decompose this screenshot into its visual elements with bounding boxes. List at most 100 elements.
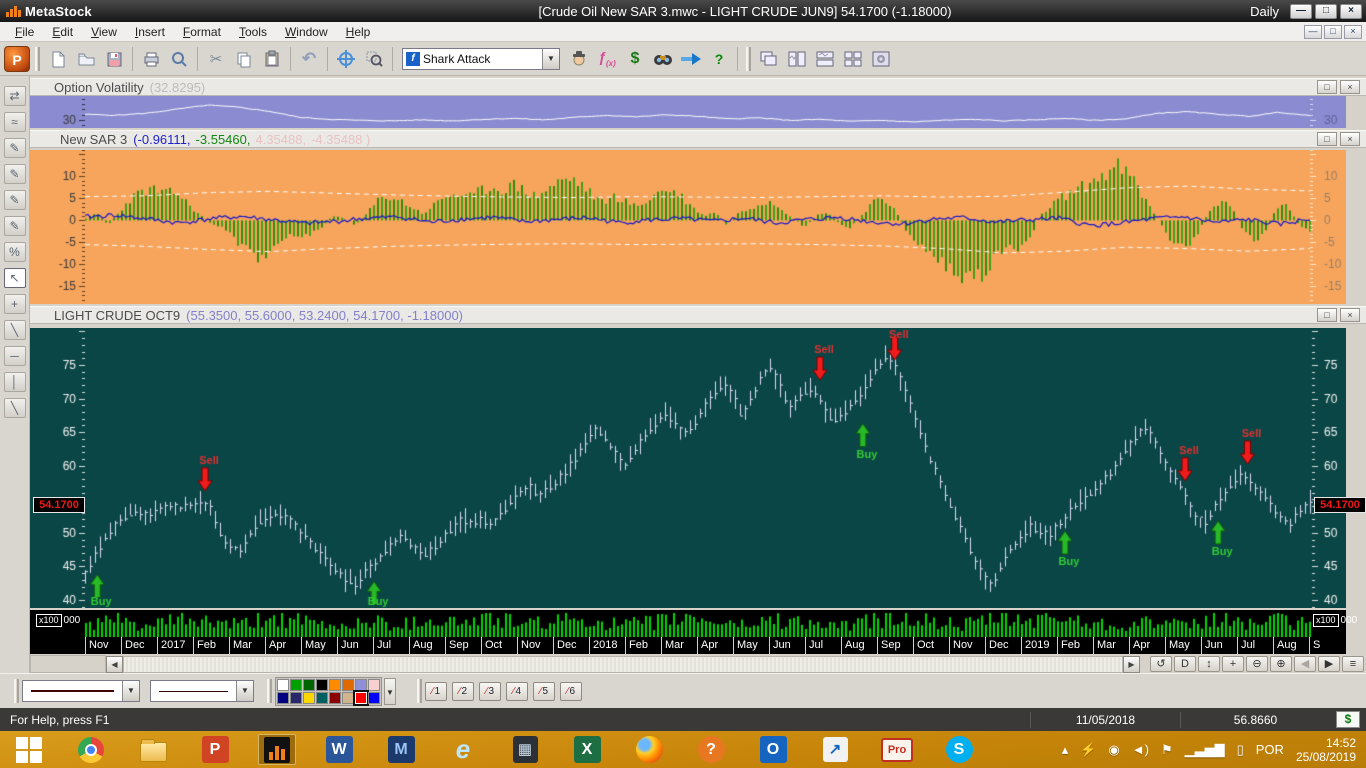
taskbar-excel[interactable]: X: [568, 734, 606, 765]
speaker-icon[interactable]: ◄): [1132, 742, 1149, 758]
cut-button[interactable]: ✂: [203, 46, 229, 72]
color-swatch[interactable]: [355, 692, 367, 704]
menu-edit[interactable]: Edit: [43, 23, 82, 41]
mdi-minimize-button[interactable]: —: [1304, 25, 1322, 39]
downloader-button[interactable]: [678, 46, 704, 72]
power-console-button[interactable]: P: [4, 46, 30, 72]
taskbar-m-app[interactable]: M: [382, 734, 420, 765]
color-swatch[interactable]: [316, 692, 328, 704]
taskbar-calculator[interactable]: ▦: [506, 734, 544, 765]
window-options-button[interactable]: [868, 46, 894, 72]
taskbar-firefox[interactable]: [630, 734, 668, 765]
menu-view[interactable]: View: [82, 23, 126, 41]
price-chart[interactable]: [30, 328, 1346, 608]
toolbar-grip[interactable]: [417, 679, 422, 703]
line-style-dropdown[interactable]: ▼: [150, 680, 254, 702]
undo-button[interactable]: ↶: [296, 46, 322, 72]
volatility-close-button[interactable]: ×: [1340, 80, 1360, 94]
pencil-study-e-tool[interactable]: ✎: [4, 216, 26, 236]
regression-tool[interactable]: ╲: [4, 398, 26, 418]
tile-horizontal-button[interactable]: [812, 46, 838, 72]
trendline-tool[interactable]: ╲: [4, 320, 26, 340]
battery-icon[interactable]: ▯: [1237, 742, 1244, 758]
color-swatch[interactable]: [368, 679, 380, 691]
scroll-left-button[interactable]: ◀: [106, 656, 123, 673]
color-swatch[interactable]: [277, 679, 289, 691]
periodicity-daily-button[interactable]: D: [1174, 656, 1196, 672]
zigzag-chart-tool[interactable]: ≈: [4, 112, 26, 132]
context-help-button[interactable]: ?: [706, 46, 732, 72]
mdi-restore-button[interactable]: □: [1324, 25, 1342, 39]
volume-chart[interactable]: [30, 610, 1346, 637]
price-panel-header[interactable]: LIGHT CRUDE OCT9 (55.3500, 55.6000, 53.2…: [30, 306, 1366, 324]
new-chart-button[interactable]: [45, 46, 71, 72]
menu-tools[interactable]: Tools: [230, 23, 276, 41]
taskbar-internet-explorer[interactable]: e: [444, 734, 482, 765]
volatility-chart[interactable]: [30, 96, 1346, 128]
flag-icon[interactable]: ⚑: [1161, 742, 1173, 758]
expert-advisor-dropdown[interactable]: f Shark Attack ▼: [402, 48, 560, 70]
taskbar-skype[interactable]: S: [940, 734, 978, 765]
paste-button[interactable]: [259, 46, 285, 72]
indicator-builder-button[interactable]: ƒ(x): [594, 46, 620, 72]
toolbar-grip[interactable]: [14, 679, 19, 703]
menu-help[interactable]: Help: [337, 23, 380, 41]
split-panes-tool[interactable]: ⇄: [4, 86, 26, 106]
cascade-windows-button[interactable]: [756, 46, 782, 72]
status-dollar-button[interactable]: $: [1336, 711, 1360, 728]
color-swatch[interactable]: [368, 692, 380, 704]
zoom-in-button[interactable]: ⊕: [1270, 656, 1292, 672]
expert-advisor-button[interactable]: [566, 46, 592, 72]
price-close-button[interactable]: ×: [1340, 308, 1360, 322]
pencil-study-c-tool[interactable]: ✎: [4, 190, 26, 210]
copy-button[interactable]: [231, 46, 257, 72]
usb-device-icon[interactable]: ⚡: [1080, 742, 1096, 758]
toolbar-grip[interactable]: [35, 47, 40, 71]
color-swatch[interactable]: [329, 679, 341, 691]
taskbar-powerpoint[interactable]: P: [196, 734, 234, 765]
pencil-study-a-tool[interactable]: ✎: [4, 138, 26, 158]
taskbar-share-app[interactable]: ↗: [816, 734, 854, 765]
volatility-panel-header[interactable]: Option Volatility (32.8295) □ ×: [30, 78, 1366, 96]
chevron-down-icon[interactable]: ▼: [236, 681, 253, 701]
print-button[interactable]: [138, 46, 164, 72]
language-indicator[interactable]: POR: [1256, 742, 1284, 757]
template-button-6[interactable]: ⁄6: [560, 682, 582, 701]
scrollbar-track[interactable]: [123, 656, 1123, 673]
toolbar-grip[interactable]: [746, 47, 751, 71]
color-swatch[interactable]: [355, 679, 367, 691]
save-button[interactable]: [101, 46, 127, 72]
color-swatch[interactable]: [290, 692, 302, 704]
line-weight-dropdown[interactable]: ▼: [22, 680, 140, 702]
pointer-tool[interactable]: ↖: [4, 268, 26, 288]
tray-expand-icon[interactable]: ▴: [1062, 742, 1069, 758]
taskbar-metastock[interactable]: [258, 734, 296, 765]
volatility-restore-button[interactable]: □: [1317, 80, 1337, 94]
close-button[interactable]: ×: [1340, 4, 1362, 19]
taskbar-word[interactable]: W: [320, 734, 358, 765]
template-button-4[interactable]: ⁄4: [506, 682, 528, 701]
percent-tool[interactable]: %: [4, 242, 26, 262]
color-swatch[interactable]: [290, 679, 302, 691]
palette-dropdown-button[interactable]: ▼: [384, 678, 396, 705]
open-button[interactable]: [73, 46, 99, 72]
taskbar-chrome[interactable]: [72, 734, 110, 765]
color-swatch[interactable]: [303, 679, 315, 691]
color-swatch[interactable]: [277, 692, 289, 704]
template-button-1[interactable]: ⁄1: [425, 682, 447, 701]
menu-insert[interactable]: Insert: [126, 23, 174, 41]
tile-vertical-button[interactable]: [784, 46, 810, 72]
horizontal-line-tool[interactable]: ─: [4, 346, 26, 366]
color-swatch[interactable]: [342, 679, 354, 691]
zoom-selection-button[interactable]: [361, 46, 387, 72]
menu-window[interactable]: Window: [276, 23, 337, 41]
vertical-line-tool[interactable]: │: [4, 372, 26, 392]
page-left-button[interactable]: ◀: [1294, 656, 1316, 672]
template-button-5[interactable]: ⁄5: [533, 682, 555, 701]
color-swatch[interactable]: [342, 692, 354, 704]
taskbar-pro-app[interactable]: Pro: [878, 734, 916, 765]
print-preview-button[interactable]: [166, 46, 192, 72]
color-swatch[interactable]: [329, 692, 341, 704]
price-restore-button[interactable]: □: [1317, 308, 1337, 322]
sar-panel-header[interactable]: New SAR 3 (-0.96111, -3.55460, 4.35488, …: [30, 130, 1366, 148]
